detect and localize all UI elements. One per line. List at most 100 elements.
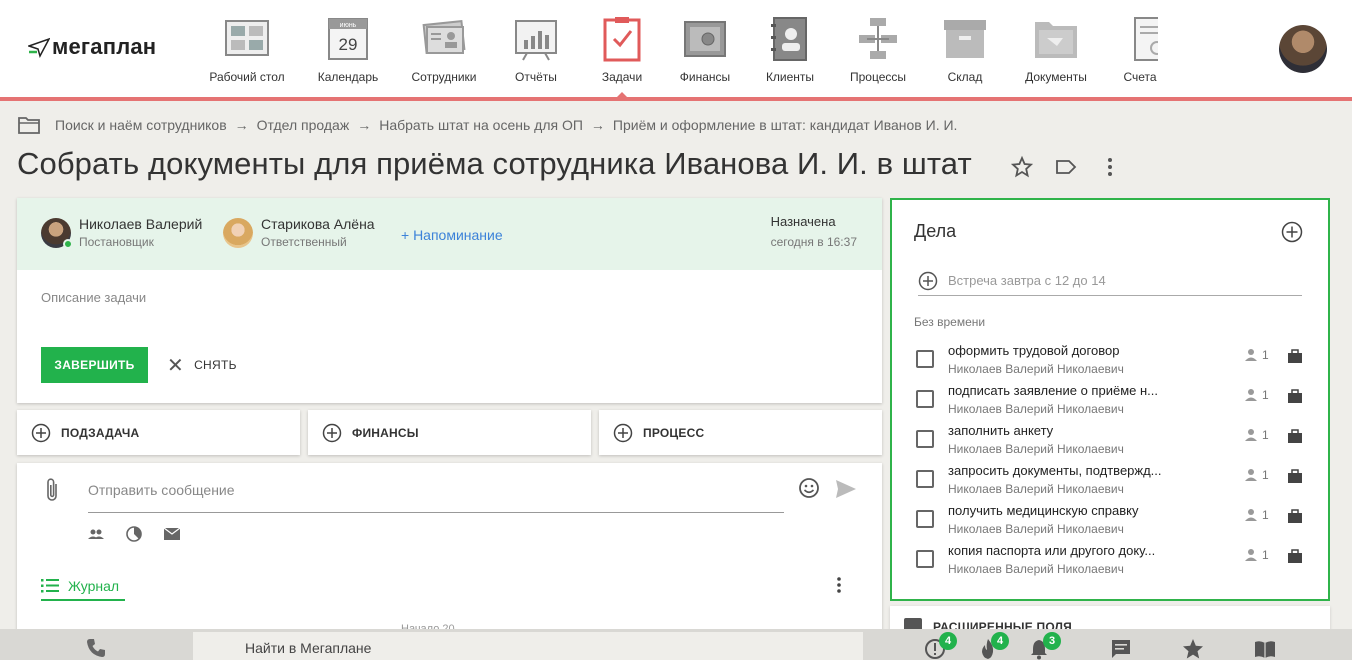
add-reminder-link[interactable]: + Напоминание	[401, 227, 503, 243]
paper-plane-logo-icon	[28, 37, 50, 58]
online-status-dot	[63, 238, 73, 249]
subtask-label: ПОДЗАДАЧА	[61, 425, 140, 440]
warehouse-icon	[944, 20, 986, 58]
add-finance-button[interactable]: ФИНАНСЫ	[308, 410, 591, 455]
task-description-field[interactable]: Описание задачи	[41, 290, 146, 305]
journal-label: Журнал	[68, 578, 120, 594]
task-card: Николаев Валерий Постановщик Старикова А…	[17, 198, 882, 403]
deal-participants[interactable]: 1	[1244, 468, 1269, 482]
phone-icon[interactable]	[86, 638, 106, 658]
active-section-line	[0, 97, 1352, 101]
deal-checkbox[interactable]	[916, 430, 934, 448]
chat-icon[interactable]	[1110, 638, 1132, 660]
title-actions	[1010, 155, 1122, 179]
nav-invoices[interactable]: Счета	[1118, 0, 1158, 97]
message-input[interactable]: Отправить сообщение	[88, 477, 784, 513]
notifications-badge: 3	[1043, 632, 1061, 650]
breadcrumb-item[interactable]: Отдел продаж	[257, 117, 350, 133]
deal-checkbox[interactable]	[916, 470, 934, 488]
complete-button[interactable]: ЗАВЕРШИТЬ	[41, 347, 148, 383]
briefcase-icon[interactable]	[1287, 429, 1303, 444]
more-vertical-icon[interactable]	[1098, 155, 1122, 179]
participants-count: 1	[1262, 548, 1269, 562]
status-time: сегодня в 16:37	[770, 235, 857, 249]
emoji-icon[interactable]	[798, 477, 820, 499]
folder-icon[interactable]	[18, 116, 40, 134]
deal-participants[interactable]: 1	[1244, 508, 1269, 522]
more-vertical-icon[interactable]	[832, 576, 846, 594]
breadcrumb-item[interactable]: Поиск и наём сотрудников	[55, 117, 227, 133]
star-icon[interactable]	[1010, 155, 1034, 179]
tag-icon[interactable]	[1054, 155, 1078, 179]
nav-label: Отчёты	[515, 70, 557, 84]
task-owner[interactable]: Николаев Валерий Постановщик	[41, 216, 202, 249]
deal-item[interactable]: копия паспорта или другого доку... Никол…	[916, 543, 1316, 583]
recipients-icon[interactable]	[87, 525, 105, 543]
nav-label: Календарь	[317, 70, 379, 84]
deal-participants[interactable]: 1	[1244, 348, 1269, 362]
person-icon	[1245, 549, 1257, 561]
time-tracking-icon[interactable]	[125, 525, 143, 543]
person-icon	[1245, 429, 1257, 441]
deal-checkbox[interactable]	[916, 550, 934, 568]
deal-checkbox[interactable]	[916, 510, 934, 528]
nav-clients[interactable]: Клиенты	[754, 0, 826, 97]
deal-item[interactable]: заполнить анкету Николаев Валерий Никола…	[916, 423, 1316, 463]
logo[interactable]: мегаплан	[28, 34, 156, 60]
nav-label: Рабочий стол	[209, 70, 285, 84]
nav-warehouse[interactable]: Склад	[930, 0, 1000, 97]
briefcase-icon[interactable]	[1287, 389, 1303, 404]
deal-checkbox[interactable]	[916, 350, 934, 368]
deal-item[interactable]: оформить трудовой договор Николаев Валер…	[916, 343, 1316, 383]
nav-tasks[interactable]: Задачи	[586, 0, 658, 97]
briefcase-icon[interactable]	[1287, 349, 1303, 364]
close-icon: ✕	[167, 354, 185, 377]
nav-documents[interactable]: Документы	[1014, 0, 1098, 97]
deal-checkbox[interactable]	[916, 390, 934, 408]
participants-count: 1	[1262, 388, 1269, 402]
attach-paperclip-icon[interactable]	[43, 477, 61, 503]
user-avatar[interactable]	[1279, 25, 1327, 73]
nav-label: Сотрудники	[411, 70, 477, 84]
nav-employees[interactable]: Сотрудники	[400, 0, 488, 97]
briefcase-icon[interactable]	[1287, 509, 1303, 524]
tab-journal[interactable]: Журнал	[41, 573, 126, 601]
deal-participants[interactable]: 1	[1244, 388, 1269, 402]
deal-participants[interactable]: 1	[1244, 428, 1269, 442]
top-navigation-bar: мегаплан Рабочий стол июнь 29 Календарь …	[0, 0, 1352, 97]
active-nav-indicator	[616, 92, 628, 98]
deal-participants[interactable]: 1	[1244, 548, 1269, 562]
participants-count: 1	[1262, 348, 1269, 362]
task-responsible[interactable]: Старикова Алёна Ответственный	[223, 216, 375, 249]
owner-name: Николаев Валерий	[79, 216, 203, 232]
nav-label: Склад	[947, 70, 983, 84]
deal-item[interactable]: подписать заявление о приёме н... Никола…	[916, 383, 1316, 423]
favorites-star-icon[interactable]	[1182, 638, 1204, 660]
nav-desktop[interactable]: Рабочий стол	[201, 0, 293, 97]
deal-item[interactable]: запросить документы, подтвержд... Никола…	[916, 463, 1316, 503]
calendar-month: июнь	[340, 22, 357, 29]
nav-processes[interactable]: Процессы	[838, 0, 918, 97]
cancel-task-button[interactable]: ✕ СНЯТЬ	[167, 347, 237, 383]
briefcase-icon[interactable]	[1287, 549, 1303, 564]
nav-calendar[interactable]: июнь 29 Календарь	[308, 0, 388, 97]
book-icon[interactable]	[1254, 638, 1276, 660]
briefcase-icon[interactable]	[1287, 469, 1303, 484]
new-deal-input[interactable]: Встреча завтра с 12 до 14	[918, 266, 1302, 296]
add-subtask-button[interactable]: ПОДЗАДАЧА	[17, 410, 300, 455]
email-icon[interactable]	[163, 525, 181, 543]
breadcrumb-item[interactable]: Набрать штат на осень для ОП	[379, 117, 583, 133]
send-icon[interactable]	[835, 479, 857, 499]
deal-title: подписать заявление о приёме н...	[948, 383, 1158, 398]
breadcrumb-item[interactable]: Приём и оформление в штат: кандидат Иван…	[613, 117, 958, 133]
add-process-button[interactable]: ПРОЦЕСС	[599, 410, 882, 455]
deal-item[interactable]: получить медицинскую справку Николаев Ва…	[916, 503, 1316, 543]
nav-reports[interactable]: Отчёты	[496, 0, 576, 97]
breadcrumb-separator: →	[357, 117, 372, 133]
reports-icon	[515, 20, 557, 61]
alerts-badge: 4	[939, 632, 957, 650]
nav-finance[interactable]: Финансы	[668, 0, 742, 97]
add-deal-icon[interactable]	[1281, 221, 1303, 243]
calendar-day: 29	[339, 35, 358, 54]
global-search-input[interactable]: Найти в Мегаплане	[193, 632, 863, 660]
